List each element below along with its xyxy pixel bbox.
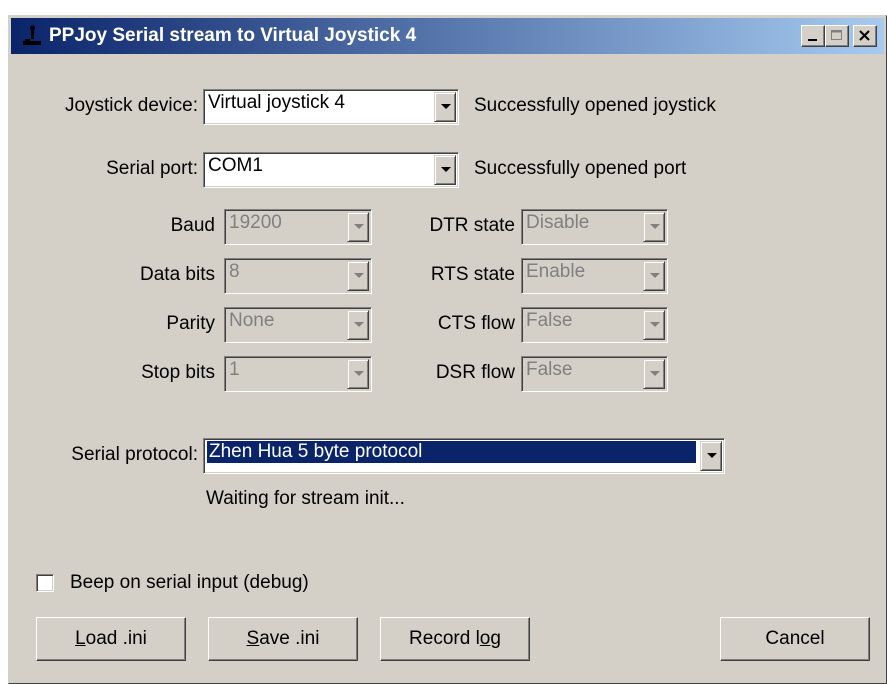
serial-protocol-label: Serial protocol:: [71, 444, 198, 465]
dsr-flow-select[interactable]: False: [521, 356, 668, 392]
title-bar[interactable]: PPJoy Serial stream to Virtual Joystick …: [11, 18, 884, 54]
protocol-status: Waiting for stream init...: [206, 488, 405, 509]
maximize-icon: [831, 30, 842, 40]
maximize-button[interactable]: [825, 25, 849, 47]
joystick-device-value: Virtual joystick 4: [208, 92, 345, 113]
rts-state-value: Enable: [526, 261, 586, 282]
dtr-state-value: Disable: [526, 212, 590, 233]
dtr-state-select[interactable]: Disable: [521, 209, 668, 245]
data-bits-value: 8: [229, 261, 240, 282]
cts-flow-label: CTS flow: [437, 313, 515, 334]
parity-value: None: [229, 310, 275, 331]
record-log-label-pre: Record l: [409, 628, 480, 649]
baud-label: Baud: [170, 215, 215, 236]
joystick-status: Successfully opened joystick: [474, 95, 716, 116]
data-bits-label: Data bits: [140, 264, 215, 285]
chevron-down-icon[interactable]: [347, 359, 369, 389]
joystick-device-label: Joystick device:: [64, 95, 198, 116]
serial-port-select[interactable]: COM1: [203, 152, 459, 188]
stop-bits-label: Stop bits: [141, 362, 215, 383]
chevron-down-icon[interactable]: [643, 310, 665, 340]
chevron-down-icon[interactable]: [643, 261, 665, 291]
save-ini-button[interactable]: Save .ini: [208, 617, 358, 661]
serial-port-value: COM1: [208, 155, 263, 176]
cancel-button[interactable]: Cancel: [720, 617, 870, 661]
serial-protocol-select[interactable]: Zhen Hua 5 byte protocol: [203, 438, 725, 474]
load-ini-label: oad .ini: [85, 628, 147, 649]
chevron-down-icon[interactable]: [434, 92, 456, 122]
minimize-button[interactable]: [801, 25, 825, 47]
data-bits-select[interactable]: 8: [224, 258, 372, 294]
dsr-flow-value: False: [526, 359, 573, 380]
serial-port-label: Serial port:: [106, 158, 198, 179]
stop-bits-select[interactable]: 1: [224, 356, 372, 392]
baud-select[interactable]: 19200: [224, 209, 372, 245]
chevron-down-icon[interactable]: [643, 212, 665, 242]
chevron-down-icon[interactable]: [643, 359, 665, 389]
stop-bits-value: 1: [229, 359, 240, 380]
close-button[interactable]: [853, 25, 877, 47]
joystick-icon: [23, 25, 41, 45]
cts-flow-select[interactable]: False: [521, 307, 668, 343]
cts-flow-value: False: [526, 310, 573, 331]
chevron-down-icon[interactable]: [347, 310, 369, 340]
save-ini-label: ave .ini: [259, 628, 320, 649]
chevron-down-icon[interactable]: [347, 261, 369, 291]
chevron-down-icon[interactable]: [347, 212, 369, 242]
window-title: PPJoy Serial stream to Virtual Joystick …: [49, 25, 417, 46]
load-ini-accel: L: [75, 628, 86, 649]
parity-label: Parity: [166, 313, 215, 334]
rts-state-label: RTS state: [430, 264, 515, 285]
save-ini-accel: S: [246, 628, 260, 649]
beep-checkbox[interactable]: [36, 574, 54, 592]
load-ini-button[interactable]: Load .ini: [36, 617, 186, 661]
parity-select[interactable]: None: [224, 307, 372, 343]
serial-port-status: Successfully opened port: [474, 158, 687, 179]
beep-checkbox-label[interactable]: Beep on serial input (debug): [70, 572, 309, 594]
dtr-state-label: DTR state: [429, 215, 515, 236]
dsr-flow-label: DSR flow: [435, 362, 515, 383]
record-log-label-post: g: [490, 628, 501, 649]
record-log-button[interactable]: Record log: [380, 617, 530, 661]
close-icon: [859, 30, 870, 41]
serial-protocol-value: Zhen Hua 5 byte protocol: [207, 441, 696, 463]
rts-state-select[interactable]: Enable: [521, 258, 668, 294]
baud-value: 19200: [229, 212, 282, 233]
record-log-accel: o: [479, 628, 491, 649]
minimize-icon: [808, 39, 817, 41]
chevron-down-icon[interactable]: [700, 441, 722, 471]
joystick-device-select[interactable]: Virtual joystick 4: [203, 89, 459, 125]
chevron-down-icon[interactable]: [434, 155, 456, 185]
